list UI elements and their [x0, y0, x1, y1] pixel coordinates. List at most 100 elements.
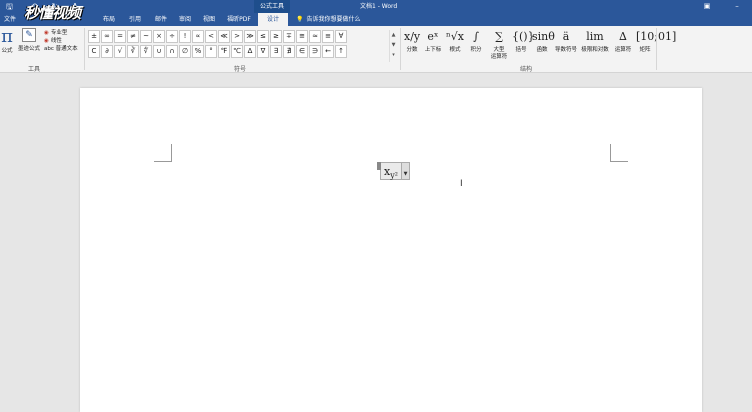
tell-me-box[interactable]: 💡 告诉我你想要做什么 — [296, 13, 361, 26]
symbol-button[interactable]: ≪ — [218, 30, 230, 43]
script-icon: eˣ — [427, 30, 439, 43]
symbol-button[interactable]: % — [192, 45, 204, 58]
integral-button[interactable]: ∫ 积分 — [466, 28, 486, 54]
symbol-button[interactable]: ↑ — [335, 45, 347, 58]
symbol-button[interactable]: ∂ — [101, 45, 113, 58]
more-icon[interactable]: ▾ — [390, 50, 397, 60]
script-button[interactable]: eˣ 上下标 — [422, 28, 444, 54]
save-icon[interactable]: 🖫 — [6, 0, 13, 13]
symbol-button[interactable]: > — [231, 30, 243, 43]
operator-button[interactable]: ∆ 运算符 — [612, 28, 634, 54]
tab-layout[interactable]: 布局 — [98, 13, 120, 26]
tab-design[interactable]: 设计 — [258, 13, 288, 26]
ink-equation-label: 墨迹公式 — [17, 46, 40, 52]
contextual-tab-label: 公式工具 — [254, 0, 290, 13]
structures-group-label: 结构 — [520, 66, 533, 73]
chevron-up-icon[interactable]: ▲ — [390, 30, 397, 40]
professional-icon: ◉ — [44, 30, 49, 36]
matrix-button[interactable]: [10;01]矩阵 — [636, 28, 676, 54]
fraction-icon: x/y — [404, 30, 421, 43]
symbol-button[interactable]: ∪ — [153, 45, 165, 58]
symbol-button[interactable]: ÷ — [166, 30, 178, 43]
linear-button[interactable]: ◉ 线性 — [44, 37, 78, 45]
large-operator-label-2: 运算符 — [490, 54, 508, 60]
symbol-button[interactable]: ∀ — [335, 30, 347, 43]
group-separator — [656, 28, 657, 70]
symbol-button[interactable]: ∜ — [140, 45, 152, 58]
vertical-scrollbar[interactable] — [742, 74, 752, 412]
symbol-button[interactable]: ∋ — [309, 45, 321, 58]
tab-foxit-pdf[interactable]: 福昕PDF — [224, 13, 254, 26]
accent-label: 导数符号 — [554, 47, 577, 53]
function-icon: sinθ — [532, 30, 555, 43]
symbol-button[interactable]: ∅ — [179, 45, 191, 58]
gallery-scroll[interactable]: ▲ ▼ ▾ — [389, 30, 397, 62]
symbol-button[interactable]: ℃ — [231, 45, 243, 58]
equation-content[interactable]: xy² — [384, 165, 398, 183]
limit-log-icon: lim — [586, 30, 604, 43]
symbol-button[interactable]: ± — [88, 30, 100, 43]
ribbon-tabs: 文件 布局 引用 邮件 审阅 视图 福昕PDF 设计 💡 告诉我你想要做什么 — [0, 13, 752, 26]
bracket-button[interactable]: {()} 括号 — [512, 28, 535, 54]
equation-handle[interactable] — [377, 162, 381, 170]
symbol-button[interactable]: ~ — [140, 30, 152, 43]
minimize-icon[interactable]: – — [722, 0, 752, 13]
function-button[interactable]: sinθ 函数 — [532, 28, 555, 54]
group-separator — [84, 28, 85, 70]
symbol-button[interactable]: ≥ — [270, 30, 282, 43]
document-page[interactable]: xy² ▼ I — [80, 88, 702, 412]
symbol-button[interactable]: < — [205, 30, 217, 43]
bracket-label: 括号 — [515, 47, 527, 53]
ink-equation-button[interactable]: ✎ 墨迹公式 — [16, 28, 42, 52]
symbol-button[interactable]: ∩ — [166, 45, 178, 58]
symbol-button[interactable]: √ — [114, 45, 126, 58]
document-title: 文档1 - Word — [360, 3, 398, 10]
accent-button[interactable]: ä 导数符号 — [554, 28, 578, 54]
symbol-button[interactable]: ∛ — [127, 45, 139, 58]
limit-log-button[interactable]: lim 极限和对数 — [580, 28, 610, 54]
equation-options-dropdown[interactable]: ▼ — [401, 163, 409, 179]
function-label: 函数 — [536, 47, 548, 53]
normal-text-button[interactable]: abc 普通文本 — [44, 45, 78, 53]
symbol-button[interactable]: ∇ — [257, 45, 269, 58]
ribbon-display-icon[interactable]: ▣ — [692, 0, 722, 13]
bracket-icon: {()} — [512, 30, 535, 43]
symbol-button[interactable]: ≈ — [309, 30, 321, 43]
equation-placeholder[interactable]: xy² ▼ — [377, 162, 410, 183]
fraction-button[interactable]: x/y 分数 — [404, 28, 420, 54]
normal-text-label: abc 普通文本 — [44, 46, 78, 52]
symbol-button[interactable]: ≤ — [257, 30, 269, 43]
tab-view[interactable]: 视图 — [198, 13, 220, 26]
symbol-button[interactable]: ℉ — [218, 45, 230, 58]
tab-mailings[interactable]: 邮件 — [150, 13, 172, 26]
symbol-button[interactable]: ∝ — [192, 30, 204, 43]
symbol-button[interactable]: ∞ — [101, 30, 113, 43]
text-cursor-icon: I — [460, 179, 463, 189]
professional-button[interactable]: ◉ 专业型 — [44, 29, 78, 37]
symbol-button[interactable]: ← — [322, 45, 334, 58]
symbol-button[interactable]: ∄ — [283, 45, 295, 58]
chevron-down-icon[interactable]: ▼ — [390, 40, 397, 50]
equation-subscript: y² — [390, 171, 398, 181]
large-operator-button[interactable]: ∑ 大型 运算符 — [488, 28, 510, 61]
symbol-button[interactable]: C — [88, 45, 100, 58]
symbol-button[interactable]: ≅ — [296, 30, 308, 43]
symbol-button[interactable]: ° — [205, 45, 217, 58]
tab-references[interactable]: 引用 — [124, 13, 146, 26]
tab-file[interactable]: 文件 — [0, 13, 20, 26]
symbol-button[interactable]: ∃ — [270, 45, 282, 58]
tell-me-text: 告诉我你想要做什么 — [306, 16, 361, 23]
radical-button[interactable]: ⁿ√x 根式 — [446, 28, 464, 54]
symbol-button[interactable]: ∈ — [296, 45, 308, 58]
symbol-button[interactable]: = — [114, 30, 126, 43]
symbol-button[interactable]: ≫ — [244, 30, 256, 43]
symbol-button[interactable]: ∆ — [244, 45, 256, 58]
tab-review[interactable]: 审阅 — [174, 13, 196, 26]
symbol-button[interactable]: ≡ — [322, 30, 334, 43]
symbol-row: C ∂ √ ∛ ∜ ∪ ∩ ∅% ° ℉ ℃ ∆ ∇ ∃ ∄ ∈ ∋ ← ↑ — [88, 45, 388, 59]
symbol-button[interactable]: ≠ — [127, 30, 139, 43]
equation-button[interactable]: π 公式 — [0, 28, 14, 55]
symbol-button[interactable]: ∓ — [283, 30, 295, 43]
symbol-button[interactable]: × — [153, 30, 165, 43]
symbol-button[interactable]: ! — [179, 30, 191, 43]
